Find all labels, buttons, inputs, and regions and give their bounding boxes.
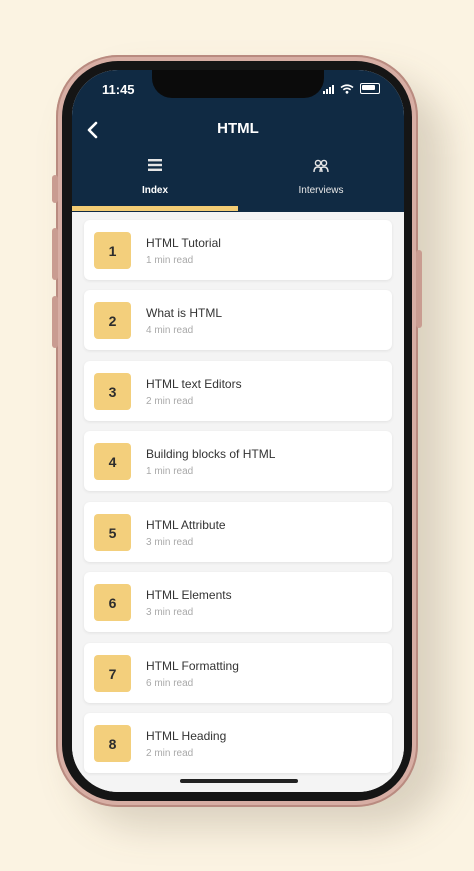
lesson-number: 3 xyxy=(94,373,131,410)
status-time: 11:45 xyxy=(102,82,135,97)
notch xyxy=(152,70,324,98)
lesson-read-time: 1 min read xyxy=(146,466,194,477)
lesson-number: 2 xyxy=(94,302,131,339)
tab-index-label: Index xyxy=(141,185,169,196)
lesson-number: 4 xyxy=(94,443,131,480)
lesson-title: HTML Attribute xyxy=(146,518,226,532)
lesson-card[interactable]: 6 HTML Elements 3 min read xyxy=(84,572,392,632)
lesson-number: 8 xyxy=(94,725,131,762)
users-icon xyxy=(313,159,329,173)
lesson-title: Building blocks of HTML xyxy=(146,447,276,461)
lesson-card[interactable]: 4 Building blocks of HTML 1 min read xyxy=(84,431,392,491)
lesson-card[interactable]: 3 HTML text Editors 2 min read xyxy=(84,361,392,421)
lesson-read-time: 1 min read xyxy=(146,255,194,266)
lesson-number: 6 xyxy=(94,584,131,621)
mute-switch xyxy=(52,175,58,203)
lesson-card[interactable]: 5 HTML Attribute 3 min read xyxy=(84,502,392,562)
lesson-read-time: 3 min read xyxy=(146,607,194,618)
lesson-card[interactable]: 2 What is HTML 4 min read xyxy=(84,290,392,350)
lesson-title: What is HTML xyxy=(146,306,223,320)
lesson-title: HTML Formatting xyxy=(146,659,239,673)
tab-interviews[interactable]: Interviews xyxy=(238,152,404,212)
signal-icon xyxy=(323,84,334,94)
lesson-read-time: 2 min read xyxy=(146,396,194,407)
page-title: HTML xyxy=(217,120,259,137)
lesson-read-time: 3 min read xyxy=(146,537,194,548)
lesson-list: 1 HTML Tutorial 1 min read 2 What is HTM… xyxy=(72,212,404,792)
lesson-number: 5 xyxy=(94,514,131,551)
lesson-read-time: 4 min read xyxy=(146,325,194,336)
power-button xyxy=(416,250,422,328)
lesson-card[interactable]: 1 HTML Tutorial 1 min read xyxy=(84,220,392,280)
tab-bar: Index Interviews xyxy=(72,152,404,212)
lesson-title: HTML text Editors xyxy=(146,377,242,391)
active-tab-indicator xyxy=(72,206,238,211)
wifi-icon xyxy=(340,83,354,94)
list-icon xyxy=(148,159,162,171)
battery-icon xyxy=(360,83,380,94)
lesson-number: 1 xyxy=(94,232,131,269)
lesson-title: HTML Heading xyxy=(146,729,227,743)
lesson-read-time: 2 min read xyxy=(146,748,194,759)
phone-screen: 11:45 HTML Index Interviews 1 HTML Tutor… xyxy=(72,70,404,792)
lesson-number: 7 xyxy=(94,655,131,692)
lesson-title: HTML Tutorial xyxy=(146,236,221,250)
home-indicator[interactable] xyxy=(180,779,298,783)
lesson-read-time: 6 min read xyxy=(146,678,194,689)
lesson-card[interactable]: 8 HTML Heading 2 min read xyxy=(84,713,392,773)
tab-interviews-label: Interviews xyxy=(298,185,344,196)
volume-down-button xyxy=(52,296,58,348)
tab-index[interactable]: Index xyxy=(72,152,238,212)
app-header: 11:45 HTML Index Interviews xyxy=(72,70,404,212)
status-icons xyxy=(323,83,380,94)
lesson-card[interactable]: 7 HTML Formatting 6 min read xyxy=(84,643,392,703)
volume-up-button xyxy=(52,228,58,280)
lesson-title: HTML Elements xyxy=(146,588,232,602)
